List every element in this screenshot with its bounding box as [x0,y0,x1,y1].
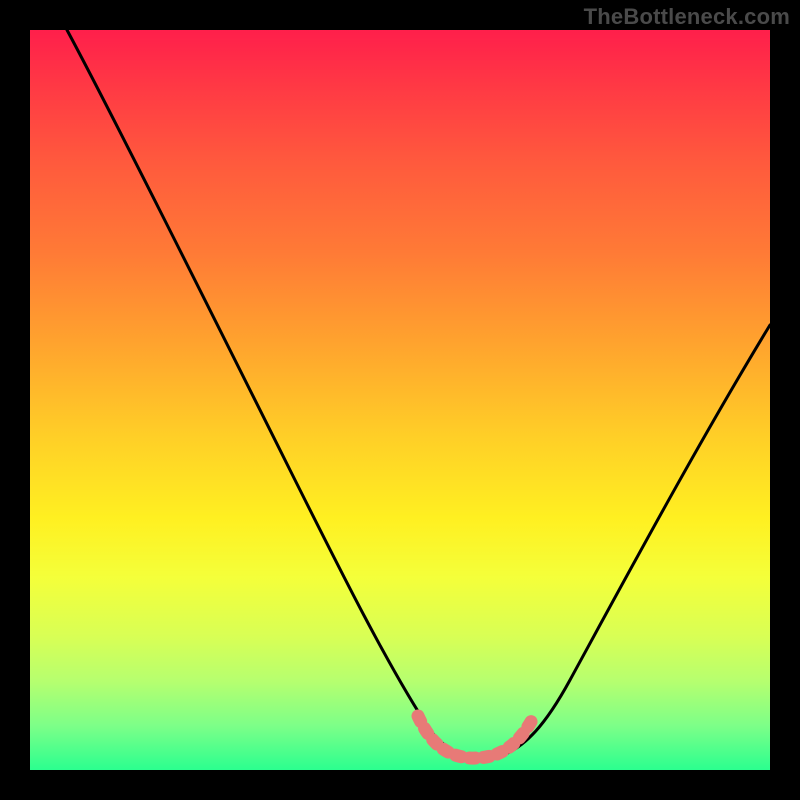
curve-layer [30,30,770,770]
chart-frame: TheBottleneck.com [0,0,800,800]
plot-area [30,30,770,770]
range-marker-path [418,716,532,758]
watermark-text: TheBottleneck.com [584,4,790,30]
bottleneck-curve-path [67,30,770,758]
